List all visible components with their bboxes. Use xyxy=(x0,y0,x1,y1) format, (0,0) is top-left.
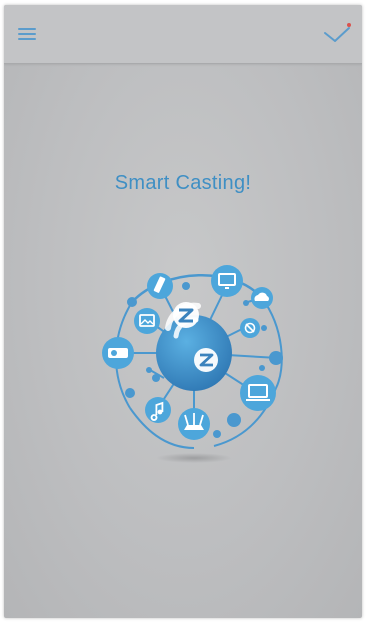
laptop-node xyxy=(240,375,276,411)
hamburger-menu-icon-bar xyxy=(18,38,36,40)
hamburger-menu-icon-bar xyxy=(18,33,36,35)
no-signal-node xyxy=(240,318,260,338)
music-node xyxy=(145,397,171,423)
confirm-button[interactable] xyxy=(322,19,354,49)
smart-casting-illustration xyxy=(102,265,283,463)
usb-drive-node xyxy=(147,273,173,299)
tv-node xyxy=(211,265,243,297)
cloud-node xyxy=(251,287,273,309)
illustration-shadow xyxy=(156,453,232,463)
router-node xyxy=(178,408,210,440)
zz-cast-logo-icon xyxy=(156,302,232,391)
hamburger-menu-icon-bar xyxy=(18,28,36,30)
checkmark-icon xyxy=(324,23,351,42)
app-screen: Smart Casting! xyxy=(4,5,362,618)
projector-node xyxy=(102,337,134,369)
top-bar xyxy=(4,5,362,64)
image-node xyxy=(134,308,160,334)
page-title: Smart Casting! xyxy=(114,172,252,194)
menu-button[interactable] xyxy=(16,24,42,44)
